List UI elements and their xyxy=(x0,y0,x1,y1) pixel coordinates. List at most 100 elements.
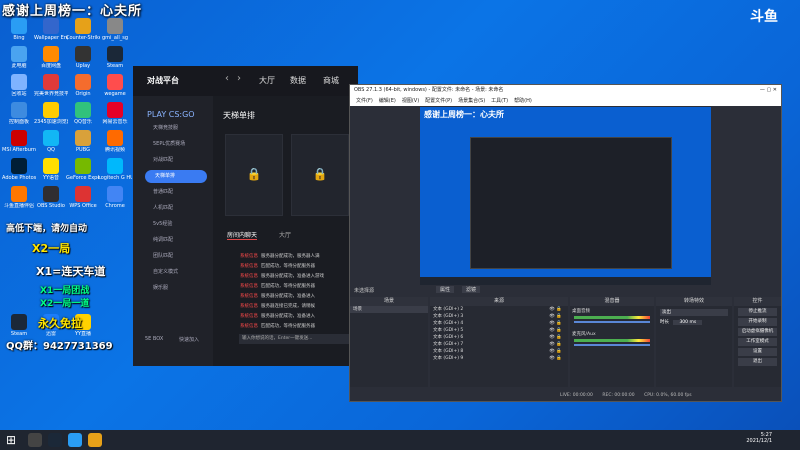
sidebar-item[interactable]: 对战匹配 xyxy=(133,154,213,167)
desktop-icon-label: OBS Studio xyxy=(37,203,65,209)
promo-text-6: 永久免拉 xyxy=(38,317,82,330)
properties-button[interactable]: 属性 xyxy=(436,286,455,293)
tab-hall-chat[interactable]: 大厅 xyxy=(279,230,291,239)
preview-banner: 感谢上周榜一：心夫所 xyxy=(424,110,504,119)
desktop-audio-slider[interactable] xyxy=(574,321,650,323)
scenes-header: 场景 xyxy=(350,297,428,306)
footer-5ebox[interactable]: 5E BOX xyxy=(145,336,163,342)
promo-text-1: 高低下端，请勿自动 xyxy=(6,224,88,234)
taskbar-app-4-icon[interactable] xyxy=(88,433,102,447)
source-item[interactable]: 文本 (GDI+) 9 👁 🔒 xyxy=(430,355,568,362)
desktop-icon-label: Uplay xyxy=(75,63,91,69)
sidebar-item[interactable]: 纯调匹配 xyxy=(133,234,213,247)
back-arrow-icon[interactable]: ‹ xyxy=(225,73,229,84)
visibility-lock-icon[interactable]: 👁 🔒 xyxy=(549,334,562,341)
source-label: 文本 (GDI+) 2 xyxy=(433,307,464,312)
obs-menu-item[interactable]: 视图(V) xyxy=(402,98,419,104)
desktop-icon-label: 完美世界竞技平台 xyxy=(34,91,68,97)
preview-nested-capture xyxy=(470,137,672,269)
control-button[interactable]: 工作室模式 xyxy=(738,338,777,346)
taskbar-app-1-icon[interactable] xyxy=(28,433,42,447)
sidebar-item[interactable]: 娱乐服 xyxy=(133,282,213,295)
taskbar-app-2-icon[interactable] xyxy=(48,433,62,447)
obs-menu-item[interactable]: 工具(T) xyxy=(491,98,508,104)
window-controls[interactable]: — ▢ ✕ xyxy=(760,85,777,96)
taskbar-app-3-icon[interactable] xyxy=(68,433,82,447)
source-label: 文本 (GDI+) 9 xyxy=(433,356,464,361)
desktop-icon[interactable]: WPS Office xyxy=(66,184,100,218)
source-item[interactable]: 文本 (GDI+) 6 👁 🔒 xyxy=(430,334,568,341)
nav-shop[interactable]: 商城 xyxy=(323,75,339,86)
visibility-lock-icon[interactable]: 👁 🔒 xyxy=(549,306,562,313)
source-item[interactable]: 文本 (GDI+) 5 👁 🔒 xyxy=(430,327,568,334)
obs-menu-item[interactable]: 编辑(E) xyxy=(379,98,396,104)
sidebar-item[interactable]: 5EPL优质赛场 xyxy=(133,138,213,151)
desktop-icon[interactable]: Chrome xyxy=(98,184,132,218)
visibility-lock-icon[interactable]: 👁 🔒 xyxy=(549,341,562,348)
sidebar-item[interactable]: 团队匹配 xyxy=(133,250,213,263)
sidebar-item[interactable]: 人机匹配 xyxy=(133,202,213,215)
chat-message: 匹配成功，等待分配服务器 xyxy=(261,264,315,269)
control-button[interactable]: 启动虚拟摄像机 xyxy=(738,328,777,336)
desktop-icon-label: 百度网盘 xyxy=(40,63,61,69)
mic-audio-slider[interactable] xyxy=(574,344,650,346)
control-button[interactable]: 设置 xyxy=(738,348,777,356)
transition-select[interactable]: 淡出 xyxy=(660,309,728,316)
source-item[interactable]: 文本 (GDI+) 3 👁 🔒 xyxy=(430,313,568,320)
source-label: 文本 (GDI+) 8 xyxy=(433,349,464,354)
lobby-slot-2[interactable]: 🔒 xyxy=(291,134,349,216)
obs-menu-item[interactable]: 文件(F) xyxy=(356,98,373,104)
nav-data[interactable]: 数据 xyxy=(290,75,306,86)
obs-menu-item[interactable]: 场景集合(S) xyxy=(458,98,485,104)
obs-preview[interactable]: 感谢上周榜一：心夫所 xyxy=(420,107,711,285)
app-icon xyxy=(43,74,59,90)
source-item[interactable]: 文本 (GDI+) 4 👁 🔒 xyxy=(430,320,568,327)
visibility-lock-icon[interactable]: 👁 🔒 xyxy=(549,320,562,327)
lobby-slot-1[interactable]: 🔒 xyxy=(225,134,283,216)
chat-tag: 系统信息 xyxy=(240,304,258,309)
windows-start-icon[interactable]: ⊞ xyxy=(6,433,20,447)
source-item[interactable]: 文本 (GDI+) 7 👁 🔒 xyxy=(430,341,568,348)
taskbar-clock[interactable]: 5:27 2021/12/1 xyxy=(746,432,772,444)
sidebar-item[interactable]: 自定义模式 xyxy=(133,266,213,279)
control-button[interactable]: 退出 xyxy=(738,358,777,366)
sidebar-item[interactable]: 天梯竞技服 xyxy=(133,122,213,135)
lock-icon: 🔒 xyxy=(312,167,328,181)
visibility-lock-icon[interactable]: 👁 🔒 xyxy=(549,327,562,334)
chat-message: 匹配成功，等待分配服务器 xyxy=(261,324,315,329)
duration-input[interactable]: 300 ms xyxy=(673,320,703,325)
desktop-icon-label: QQ音乐 xyxy=(74,119,92,125)
chat-input[interactable]: 输入你想说的话，Enter一键发送... xyxy=(239,334,354,344)
control-button[interactable]: 停止推流 xyxy=(738,308,777,316)
sidebar-item[interactable]: 5v5经验 xyxy=(133,218,213,231)
visibility-lock-icon[interactable]: 👁 🔒 xyxy=(549,348,562,355)
visibility-lock-icon[interactable]: 👁 🔒 xyxy=(549,355,562,362)
source-label: 文本 (GDI+) 7 xyxy=(433,342,464,347)
sidebar-item[interactable]: 普通匹配 xyxy=(133,186,213,199)
app-icon xyxy=(43,130,59,146)
control-button[interactable]: 开始录制 xyxy=(738,318,777,326)
obs-statusbar: LIVE: 00:00:00 REC: 00:00:00 CPU: 0.0%, … xyxy=(350,390,781,401)
obs-menu-item[interactable]: 帮助(H) xyxy=(514,98,532,104)
taskbar: ⊞ 5:27 2021/12/1 xyxy=(0,430,800,450)
obs-menu-item[interactable]: 配置文件(P) xyxy=(425,98,452,104)
desktop-icon[interactable]: 斗鱼直播伴侣 xyxy=(2,184,36,218)
visibility-lock-icon[interactable]: 👁 🔒 xyxy=(549,313,562,320)
app-icon xyxy=(107,158,123,174)
app-icon xyxy=(11,74,27,90)
tab-room-chat[interactable]: 房间内聊天 xyxy=(227,230,258,240)
source-item[interactable]: 文本 (GDI+) 2 👁 🔒 xyxy=(430,306,568,313)
forward-arrow-icon[interactable]: › xyxy=(237,73,241,84)
filters-button[interactable]: 滤镜 xyxy=(462,286,481,293)
scene-item[interactable]: 场景 xyxy=(350,306,428,313)
source-item[interactable]: 文本 (GDI+) 8 👁 🔒 xyxy=(430,348,568,355)
desktop-icon-label: WPS Office xyxy=(69,203,97,209)
nav-hall[interactable]: 大厅 xyxy=(259,75,275,86)
sidebar-item[interactable]: 天梯单排 xyxy=(145,170,207,183)
desktop-icon-label: gmi_all_sg xyxy=(101,35,129,41)
chat-tag: 系统信息 xyxy=(240,284,258,289)
desktop-icon[interactable]: OBS Studio xyxy=(34,184,68,218)
app-icon xyxy=(43,186,59,202)
footer-quick-join[interactable]: 快速加入 xyxy=(179,336,199,343)
desktop-icon-label: Steam xyxy=(106,63,124,69)
